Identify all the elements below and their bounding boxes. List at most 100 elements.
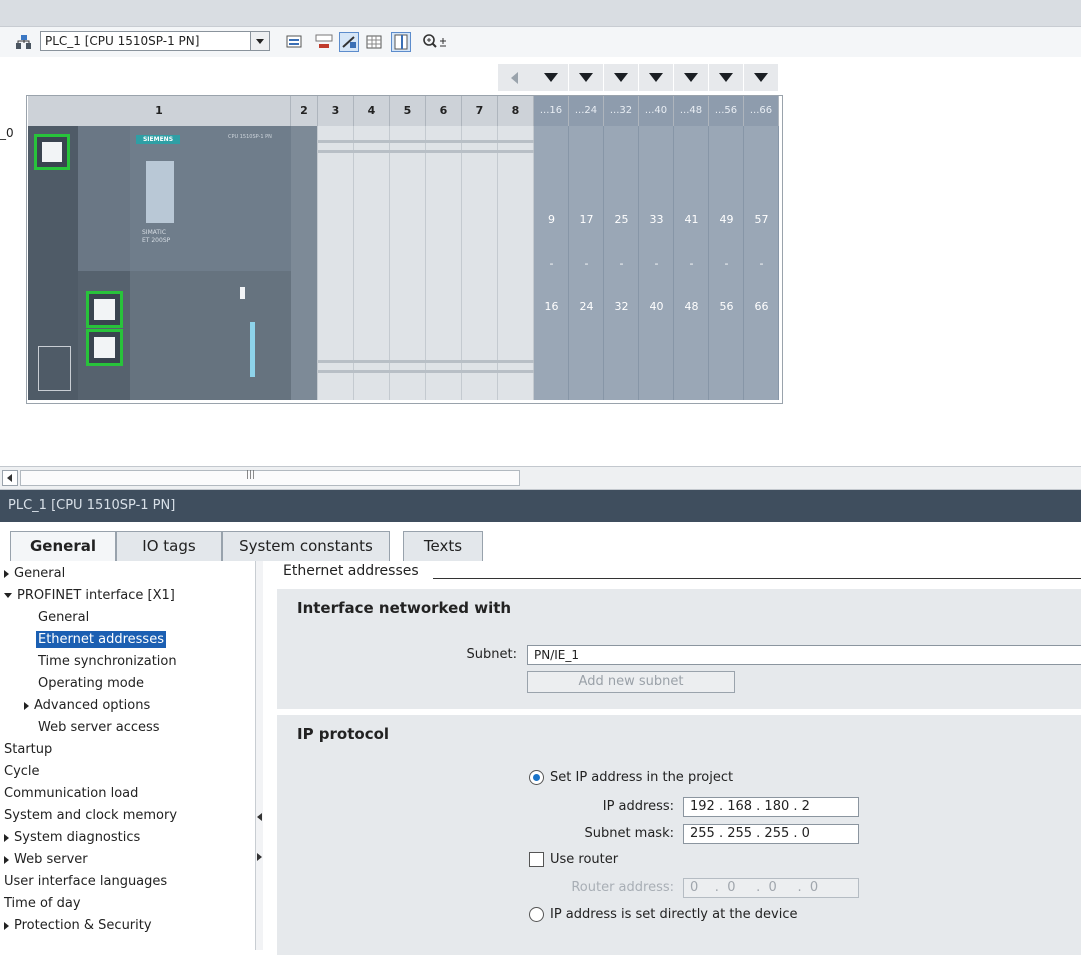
expand-right-icon[interactable] (4, 833, 9, 842)
nav-item-general[interactable]: General (4, 563, 65, 585)
subnet-mask-input[interactable]: 255 . 255 . 255 . 0 (683, 824, 859, 844)
horizontal-scrollbar[interactable]: ||| (0, 466, 1081, 490)
ext-slot-header[interactable]: ...24 (569, 96, 604, 126)
cpu-lower-face (130, 271, 291, 400)
subnet-select[interactable]: PN/IE_1 (527, 645, 1081, 665)
window-top-strip (0, 0, 1081, 27)
nav-item-profinet-interface[interactable]: PROFINET interface [X1] (4, 585, 175, 607)
ext-slot-header[interactable]: ...32 (604, 96, 639, 126)
expand-right-icon[interactable] (24, 701, 29, 710)
expand-right-icon[interactable] (4, 855, 9, 864)
nav-item-interface-general[interactable]: General (38, 607, 89, 629)
nav-item-system-clock-memory[interactable]: System and clock memory (4, 805, 177, 827)
slot-header-4[interactable]: 4 (354, 96, 390, 126)
slot-header-5[interactable]: 5 (390, 96, 426, 126)
ext-slot-range[interactable]: 9 - 16 (534, 126, 569, 400)
ext-slot-header[interactable]: ...66 (744, 96, 779, 126)
slot-5-body[interactable] (390, 126, 426, 400)
rj45-port-icon[interactable] (86, 291, 123, 328)
ext-slot-range[interactable]: 49 - 56 (709, 126, 744, 400)
nav-item-ethernet-addresses[interactable]: Ethernet addresses (36, 629, 166, 651)
scroll-left-icon[interactable] (2, 470, 18, 486)
tab-system-constants[interactable]: System constants (222, 531, 390, 561)
network-icon[interactable] (14, 32, 34, 52)
rj45-port-icon[interactable] (34, 134, 70, 170)
nav-item-web-server[interactable]: Web server (4, 849, 88, 871)
slot-7-body[interactable] (462, 126, 498, 400)
wire-icon[interactable] (339, 32, 359, 52)
cpu-switch[interactable] (240, 287, 245, 299)
add-new-subnet-button[interactable]: Add new subnet (527, 671, 735, 693)
expand-right-icon[interactable] (4, 921, 9, 930)
nav-item-cycle[interactable]: Cycle (4, 761, 40, 783)
device-select[interactable]: PLC_1 [CPU 1510SP-1 PN] (40, 31, 270, 51)
expand-arrow-icon[interactable] (639, 64, 674, 91)
set-ip-in-project-radio[interactable] (529, 770, 544, 785)
expand-arrow-icon[interactable] (604, 64, 639, 91)
slot-header-3[interactable]: 3 (318, 96, 354, 126)
slot-4-body[interactable] (354, 126, 390, 400)
scroll-left-arrow[interactable] (498, 64, 534, 91)
properties-content: Ethernet addresses Interface networked w… (263, 561, 1081, 955)
cpu-module[interactable]: SIEMENS CPU 1510SP-1 PN SIMATIC ET 200SP (28, 126, 291, 400)
collapse-nav-icon[interactable] (257, 813, 262, 821)
expand-arrow-icon[interactable] (709, 64, 744, 91)
cpu-model-line1: SIMATIC (142, 229, 167, 236)
slot-2-body[interactable] (291, 126, 318, 400)
ext-slot-range[interactable]: 57 - 66 (744, 126, 779, 400)
use-router-checkbox[interactable] (529, 852, 544, 867)
nav-item-protection-security[interactable]: Protection & Security (4, 915, 152, 937)
ext-slot-range[interactable]: 17 - 24 (569, 126, 604, 400)
expand-right-icon[interactable] (4, 569, 9, 578)
slot-header-1[interactable]: 1 (28, 96, 291, 126)
chevron-down-icon[interactable] (250, 32, 269, 50)
expand-down-icon[interactable] (4, 593, 12, 598)
ext-slot-range[interactable]: 25 - 32 (604, 126, 639, 400)
tab-io-tags[interactable]: IO tags (116, 531, 222, 561)
nav-label: Startup (4, 742, 53, 757)
slot-header-8[interactable]: 8 (498, 96, 534, 126)
nav-label: Communication load (4, 786, 139, 801)
ext-slot-header[interactable]: ...40 (639, 96, 674, 126)
name-icon[interactable] (314, 32, 334, 52)
nav-item-operating-mode[interactable]: Operating mode (38, 673, 144, 695)
nav-item-ui-languages[interactable]: User interface languages (4, 871, 167, 893)
ext-slot-range[interactable]: 41 - 48 (674, 126, 709, 400)
tab-texts[interactable]: Texts (403, 531, 483, 561)
nav-item-time-sync[interactable]: Time synchronization (38, 651, 177, 673)
ext-slot-header[interactable]: ...16 (534, 96, 569, 126)
expand-arrow-icon[interactable] (569, 64, 604, 91)
tab-general[interactable]: General (10, 531, 116, 562)
slot-header-6[interactable]: 6 (426, 96, 462, 126)
slot-8-body[interactable] (498, 126, 534, 400)
nav-item-startup[interactable]: Startup (4, 739, 52, 761)
slot-header-7[interactable]: 7 (462, 96, 498, 126)
expand-arrow-icon[interactable] (744, 64, 779, 91)
nav-item-time-of-day[interactable]: Time of day (4, 893, 81, 915)
slot-6-body[interactable] (426, 126, 462, 400)
ext-slot-header[interactable]: ...56 (709, 96, 744, 126)
ext-slot-header[interactable]: ...48 (674, 96, 709, 126)
table-icon[interactable] (391, 32, 411, 52)
nav-item-system-diagnostics[interactable]: System diagnostics (4, 827, 140, 849)
scrollbar-thumb[interactable] (20, 470, 520, 486)
router-address-input[interactable]: 0 . 0 . 0 . 0 (683, 878, 859, 898)
expand-arrow-icon[interactable] (534, 64, 569, 91)
ext-slot-range[interactable]: 33 - 40 (639, 126, 674, 400)
zoom-icon[interactable] (421, 32, 451, 52)
io-overview-icon[interactable] (284, 32, 304, 52)
expand-arrow-icon[interactable] (674, 64, 709, 91)
nav-item-advanced-options[interactable]: Advanced options (24, 695, 150, 717)
nav-item-communication-load[interactable]: Communication load (4, 783, 138, 805)
ext-to: 66 (754, 300, 769, 313)
slot-header-2[interactable]: 2 (291, 96, 318, 126)
rj45-port-icon[interactable] (86, 329, 123, 366)
slot-3-body[interactable] (318, 126, 354, 400)
nav-items: General PROFINET interface [X1] General … (0, 561, 255, 950)
ext-dash: - (549, 257, 554, 270)
nav-item-web-server-access[interactable]: Web server access (38, 717, 160, 739)
expand-nav-icon[interactable] (257, 853, 262, 861)
set-ip-at-device-radio[interactable] (529, 907, 544, 922)
ip-address-input[interactable]: 192 . 168 . 180 . 2 (683, 797, 859, 817)
grid-icon[interactable] (364, 32, 384, 52)
